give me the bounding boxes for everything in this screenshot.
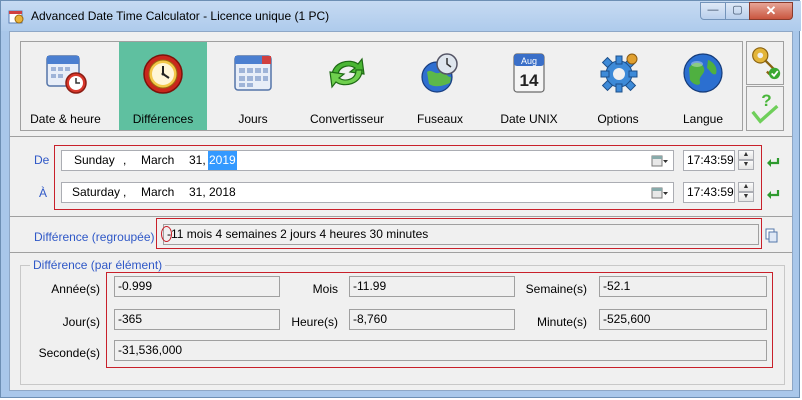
spin-up-icon[interactable]: ▲ [738, 150, 754, 160]
seconds-label: Seconde(s) [38, 346, 100, 360]
calendar-clock-icon [45, 55, 87, 94]
clock-icon [143, 54, 183, 94]
tab-label: Date UNIX [500, 112, 558, 126]
to-time-input[interactable]: 17:43:59 [683, 182, 735, 203]
to-label: À [39, 186, 48, 200]
to-time-spinner[interactable]: ▲ ▼ [738, 182, 754, 203]
to-separator: , [123, 185, 127, 199]
toolbar-divider [10, 136, 792, 137]
spin-up-icon[interactable]: ▲ [738, 182, 754, 192]
tab-label: Options [597, 112, 639, 126]
tab-label: Fuseaux [416, 112, 464, 126]
days-output[interactable]: -365 [114, 309, 280, 330]
minimize-button[interactable]: — [700, 2, 726, 20]
app-window: Advanced Date Time Calculator - Licence … [0, 0, 801, 398]
difference-output[interactable]: -11 mois 4 semaines 2 jours 4 heures 30 … [163, 224, 759, 245]
from-weekday: Sunday [74, 153, 115, 167]
globe-icon [683, 53, 723, 93]
tab-label: Convertisseur [309, 112, 385, 126]
months-output[interactable]: -11.99 [349, 276, 515, 297]
elements-group-title: Différence (par élément) [30, 258, 166, 272]
tab-date-unix[interactable]: Aug 14 Date UNIX [485, 42, 573, 130]
copy-icon[interactable] [765, 228, 779, 244]
tab-differences[interactable]: Différences [119, 42, 207, 130]
tab-label: Date & heure [30, 112, 101, 126]
to-day: 31, [189, 185, 206, 199]
tab-fuseaux[interactable]: Fuseaux [395, 42, 485, 130]
dates-divider [10, 216, 792, 217]
from-year-selected[interactable]: 2019 [208, 151, 237, 170]
tab-langue[interactable]: Langue [663, 42, 743, 130]
title-bar[interactable]: Advanced Date Time Calculator - Licence … [1, 1, 801, 31]
hours-output[interactable]: -8,760 [349, 309, 515, 330]
from-separator: , [123, 153, 127, 167]
weeks-label: Semaine(s) [525, 282, 587, 296]
tab-options[interactable]: Options [573, 42, 663, 130]
help-button[interactable]: ? [746, 86, 784, 131]
to-date-picker[interactable]: Saturday , March 31, 2018 [61, 182, 674, 203]
minutes-label: Minute(s) [536, 315, 587, 329]
window-title: Advanced Date Time Calculator - Licence … [31, 9, 330, 23]
spin-down-icon[interactable]: ▼ [738, 192, 754, 202]
reset-from-icon[interactable] [765, 154, 781, 170]
client-area: Date & heure Différences Jours Convertis… [9, 31, 793, 391]
svg-text:?: ? [761, 91, 771, 110]
months-label: Mois [312, 282, 338, 296]
calendar-grid-icon [234, 55, 272, 91]
to-year: 2018 [209, 185, 236, 199]
calendar-dropdown-icon[interactable] [651, 154, 669, 168]
app-icon [8, 10, 24, 24]
years-output[interactable]: -0.999 [114, 276, 280, 297]
hours-label: Heure(s) [291, 315, 338, 329]
tab-label: Langue [682, 112, 724, 126]
close-button[interactable]: ✕ [749, 2, 793, 20]
help-check-icon: ? [751, 91, 779, 124]
weeks-output[interactable]: -52.1 [599, 276, 767, 297]
licence-key-button[interactable] [746, 41, 784, 85]
tab-label: Jours [238, 112, 268, 126]
from-date-picker[interactable]: Sunday , March 31, 2019 [61, 150, 674, 171]
key-check-icon [752, 47, 781, 80]
maximize-button[interactable]: ▢ [725, 2, 750, 20]
unix-calendar-icon: Aug 14 [513, 53, 545, 93]
minutes-output[interactable]: -525,600 [599, 309, 767, 330]
from-time-spinner[interactable]: ▲ ▼ [738, 150, 754, 171]
unix-icon-day: 14 [520, 71, 539, 90]
to-month: March [141, 185, 175, 199]
from-time-input[interactable]: 17:43:59 [683, 150, 735, 171]
tab-date-heure[interactable]: Date & heure [21, 42, 110, 130]
tab-jours[interactable]: Jours [207, 42, 299, 130]
years-label: Année(s) [51, 282, 100, 296]
tab-label: Différences [132, 112, 194, 126]
calendar-dropdown-icon[interactable] [651, 186, 669, 200]
minus-sign-highlight [161, 226, 172, 242]
days-label: Jour(s) [62, 315, 100, 329]
gears-icon [600, 53, 638, 93]
reset-to-icon[interactable] [765, 186, 781, 202]
main-toolbar: Date & heure Différences Jours Convertis… [20, 41, 743, 131]
difference-divider [10, 252, 792, 253]
convert-arrows-icon [329, 57, 365, 89]
globe-clock-icon [421, 53, 458, 93]
from-day: 31, [189, 153, 206, 167]
seconds-output[interactable]: -31,536,000 [114, 340, 767, 361]
from-month: March [141, 153, 175, 167]
to-weekday: Saturday [72, 185, 121, 199]
spin-down-icon[interactable]: ▼ [738, 160, 754, 170]
unix-icon-month: Aug [521, 56, 537, 66]
tab-convertisseur[interactable]: Convertisseur [299, 42, 395, 130]
difference-label: Différence (regroupée) [34, 230, 155, 244]
from-label: De [34, 153, 50, 167]
